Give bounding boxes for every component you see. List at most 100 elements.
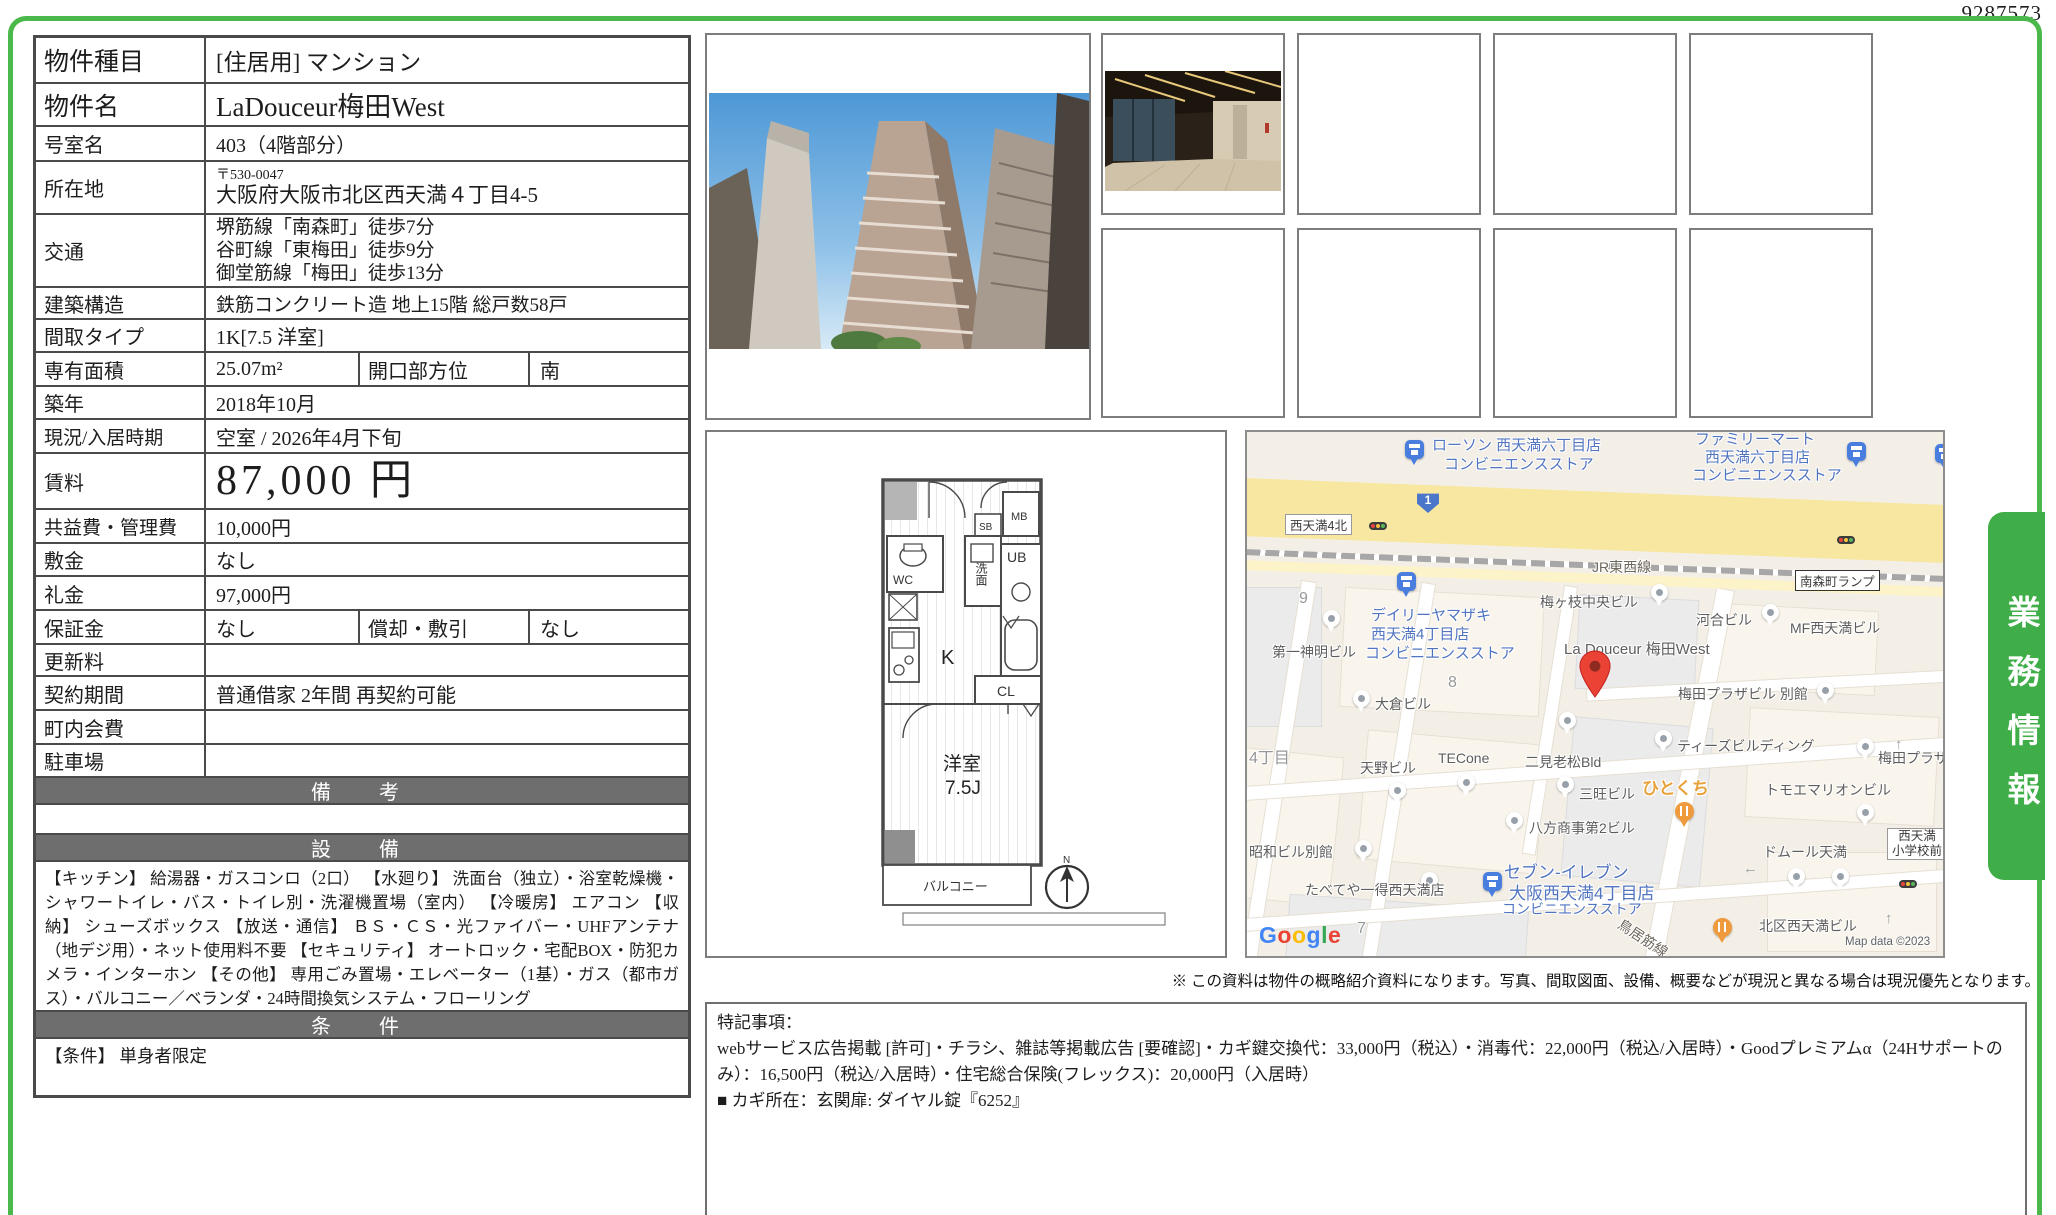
- photo-box-empty: [1101, 228, 1285, 418]
- row-label: 償却・敷引: [360, 611, 530, 643]
- rent-value: 87,000 円: [206, 454, 688, 508]
- postal-code: 〒530-0047: [216, 168, 678, 183]
- poi-pin-icon: [1353, 690, 1370, 707]
- store-pin-icon: [1847, 442, 1866, 461]
- table-row: 【条件】 単身者限定: [36, 1037, 688, 1095]
- notes-content: [36, 805, 54, 833]
- row-value: 97,000円: [206, 577, 688, 609]
- svg-text:K: K: [941, 647, 955, 669]
- map-label: 大倉ビル: [1375, 694, 1431, 714]
- row-label: 開口部方位: [360, 353, 530, 385]
- property-marker-icon: [1577, 650, 1613, 698]
- map-label: コンビニエンスストア: [1502, 899, 1642, 919]
- photo-box-empty: [1493, 33, 1677, 215]
- poi-pin-icon: [1655, 730, 1672, 747]
- address: 大阪府大阪市北区西天満４丁目4-5: [216, 183, 678, 207]
- svg-text:WC: WC: [893, 573, 913, 587]
- property-table: 物件種目 [住居用] マンション 物件名 LaDouceur梅田West 号室名…: [33, 35, 691, 1098]
- map-label: 第一神明ビル: [1272, 642, 1356, 662]
- photo-box-empty: [1689, 228, 1873, 418]
- map-label: ティーズビルディング: [1677, 736, 1814, 756]
- restaurant-pin-icon: [1713, 918, 1732, 937]
- map-label: 八方商事第2ビル: [1529, 818, 1635, 838]
- poi-pin-icon: [1389, 782, 1406, 799]
- table-row: 現況/入居時期 空室 / 2026年4月下旬: [36, 418, 688, 452]
- map-label: 三旺ビル: [1579, 784, 1635, 804]
- row-value: 普通借家 2年間 再契約可能: [206, 677, 688, 709]
- photo-box-exterior: [705, 33, 1091, 420]
- oneway-arrow-icon: ←: [1743, 860, 1758, 877]
- google-logo: Google: [1259, 922, 1341, 949]
- poi-pin-icon: [1762, 604, 1779, 621]
- photo-box-empty: [1689, 33, 1873, 215]
- store-pin-icon: [1935, 444, 1945, 463]
- disclaimer-text: ※ この資料は物件の概略紹介資料になります。写真、間取図面、設備、概要などが現況…: [1172, 969, 2040, 991]
- table-row: 間取タイプ 1K[7.5 洋室]: [36, 318, 688, 351]
- floor-plan: N MB SB WC 洗面 UB K CL 洋室 7.5J バルコニー: [707, 432, 1225, 956]
- ramp-label: 南森町ランプ: [1795, 570, 1880, 591]
- row-label: 敷金: [36, 544, 206, 575]
- photo-box-empty: [1297, 33, 1481, 215]
- photo-box-empty: [1493, 228, 1677, 418]
- row-label: 建築構造: [36, 288, 206, 318]
- property-name: LaDouceur梅田West: [206, 84, 688, 125]
- table-row: 【キッチン】 給湯器・ガスコンロ（2口） 【水廻り】 洗面台（独立）・浴室乾燥機…: [36, 860, 688, 1010]
- map-label: 9: [1299, 590, 1308, 608]
- row-value: 1K[7.5 洋室]: [206, 320, 688, 351]
- row-label: 所在地: [36, 162, 206, 213]
- map-label: 昭和ビル別館: [1249, 842, 1333, 862]
- table-row: 契約期間 普通借家 2年間 再契約可能: [36, 675, 688, 709]
- row-label: 物件種目: [36, 38, 206, 82]
- row-value: 403（4階部分）: [206, 127, 688, 160]
- store-pin-icon: [1483, 872, 1502, 891]
- section-header-equipment: 設 備: [36, 833, 688, 860]
- oneway-arrow-icon: ↑: [1885, 910, 1893, 927]
- table-row: 物件名 LaDouceur梅田West: [36, 82, 688, 125]
- table-row: 交通 堺筋線「南森町」徒歩7分 谷町線「東梅田」徒歩9分 御堂筋線「梅田」徒歩1…: [36, 213, 688, 286]
- traffic-light-icon: [1369, 522, 1387, 530]
- row-value: [住居用] マンション: [206, 38, 688, 82]
- row-label: 契約期間: [36, 677, 206, 709]
- table-row: 号室名 403（4階部分）: [36, 125, 688, 160]
- row-label: 町内会費: [36, 711, 206, 743]
- access-line: 御堂筋線「梅田」徒歩13分: [216, 262, 678, 285]
- poi-pin-icon: [1506, 812, 1523, 829]
- table-row: 建築構造 鉄筋コンクリート造 地上15階 総戸数58戸: [36, 286, 688, 318]
- svg-text:洋室: 洋室: [943, 753, 981, 775]
- poi-pin-icon: [1557, 776, 1574, 793]
- row-label: 駐車場: [36, 745, 206, 776]
- equipment-content: 【キッチン】 給湯器・ガスコンロ（2口） 【水廻り】 洗面台（独立）・浴室乾燥機…: [36, 862, 688, 1010]
- table-row: 専有面積 25.07m² 開口部方位 南: [36, 351, 688, 385]
- traffic-light-icon: [1837, 536, 1855, 544]
- table-row: 更新料: [36, 643, 688, 675]
- svg-text:CL: CL: [997, 683, 1015, 699]
- tab-business-info[interactable]: 業務情報: [1988, 512, 2045, 880]
- row-label: 物件名: [36, 84, 206, 125]
- row-label: 号室名: [36, 127, 206, 160]
- poi-pin-icon: [1832, 868, 1849, 885]
- rail-label: JR東西線: [1592, 557, 1651, 577]
- svg-text:SB: SB: [979, 522, 993, 533]
- map-credit: Map data ©2023: [1845, 936, 1930, 948]
- svg-text:UB: UB: [1007, 549, 1026, 565]
- area-value: 25.07m²: [206, 353, 360, 385]
- map-label: 4丁目: [1249, 744, 1290, 768]
- table-row: 所在地 〒530-0047 大阪府大阪市北区西天満４丁目4-5: [36, 160, 688, 213]
- map-label: 梅ヶ枝中央ビル: [1540, 592, 1638, 612]
- map-label: コンビニエンスストア: [1444, 453, 1594, 474]
- school-label: 西天満: [1892, 829, 1942, 844]
- table-row: 築年 2018年10月: [36, 385, 688, 418]
- property-sheet: 9287573 物件種目 [住居用] マンション 物件名 LaDouceur梅田…: [0, 0, 2056, 1215]
- row-label: 賃料: [36, 454, 206, 508]
- map-label: TECone: [1438, 750, 1489, 766]
- map-label: 北区西天満ビル: [1759, 916, 1857, 936]
- poi-pin-icon: [1651, 584, 1668, 601]
- row-value: 空室 / 2026年4月下旬: [206, 420, 688, 452]
- map-label: ローソン 西天満六丁目店: [1432, 434, 1601, 455]
- poi-pin-icon: [1355, 840, 1372, 857]
- map-label: 西天満4丁目店: [1371, 623, 1469, 644]
- row-label: 築年: [36, 387, 206, 418]
- intersection-label: 西天満4北: [1285, 514, 1352, 535]
- location-map: 1 ローソン 西天満六丁目店 コンビニエンスストア ファミリーマート 西天満六丁…: [1245, 430, 1945, 958]
- map-label: コンビニエンスストア: [1692, 464, 1842, 485]
